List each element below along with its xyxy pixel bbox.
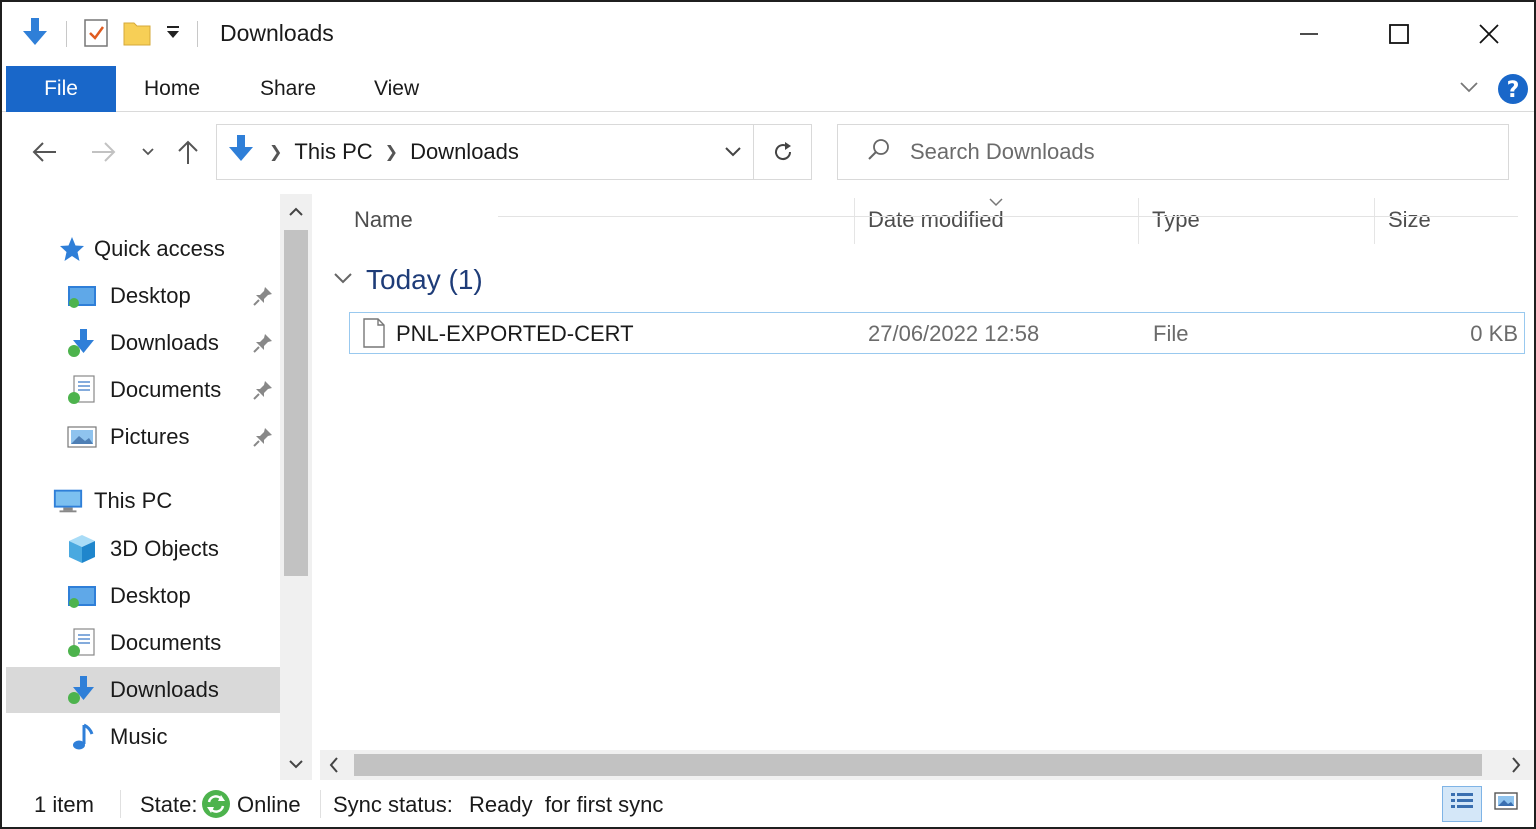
desktop-icon	[66, 580, 98, 612]
scroll-down-icon[interactable]	[280, 748, 312, 780]
desktop-icon	[66, 280, 98, 312]
large-icons-view-button[interactable]	[1486, 786, 1526, 822]
forward-button[interactable]	[86, 134, 122, 170]
downloads-icon	[66, 327, 98, 359]
scroll-up-icon[interactable]	[280, 196, 312, 228]
properties-icon[interactable]	[81, 16, 111, 53]
close-button[interactable]	[1444, 6, 1534, 62]
column-header-date-modified[interactable]: Date modified	[868, 194, 1004, 246]
computer-icon	[52, 485, 84, 517]
breadcrumb-downloads[interactable]: Downloads	[410, 139, 519, 165]
address-bar[interactable]: ❯ This PC ❯ Downloads	[216, 124, 812, 180]
ribbon-tabs: File Home Share View ?	[2, 66, 1534, 112]
tab-home[interactable]: Home	[144, 66, 200, 112]
expand-ribbon-chevron-icon[interactable]	[1458, 78, 1480, 101]
file-list-scroll-thumb[interactable]	[354, 754, 1482, 776]
search-icon	[866, 137, 892, 168]
svg-text:?: ?	[1507, 78, 1520, 103]
3d-objects-icon	[66, 533, 98, 565]
nav-quick-access[interactable]: Quick access	[6, 226, 280, 272]
sync-status-value: Ready for first sync	[469, 792, 664, 817]
pin-icon[interactable]	[252, 285, 274, 313]
title-bar: Downloads	[2, 2, 1534, 66]
refresh-button[interactable]	[753, 125, 811, 179]
help-icon[interactable]: ?	[1496, 72, 1530, 111]
breadcrumb-this-pc[interactable]: This PC	[294, 139, 372, 165]
nav-3d-objects[interactable]: 3D Objects	[6, 526, 280, 572]
nav-quick-pictures[interactable]: Pictures	[6, 414, 280, 460]
details-view-icon	[1449, 790, 1475, 818]
group-header-today[interactable]: Today (1)	[332, 258, 483, 302]
state-value: Online	[237, 792, 301, 817]
file-icon	[360, 317, 388, 354]
file-name: PNL-EXPORTED-CERT	[396, 321, 634, 346]
breadcrumb: ❯ This PC ❯ Downloads	[217, 133, 713, 171]
sync-online-icon	[200, 788, 232, 826]
new-folder-icon[interactable]	[121, 16, 153, 53]
back-button[interactable]	[26, 134, 62, 170]
pictures-icon	[66, 421, 98, 453]
column-header-name[interactable]: Name	[354, 194, 413, 246]
navigation-bar: ❯ This PC ❯ Downloads Search Downloads	[2, 112, 1534, 194]
status-bar: 1 item State: Online Sync status: Ready …	[2, 780, 1534, 827]
pin-icon[interactable]	[252, 426, 274, 454]
nav-pc-desktop[interactable]: Desktop	[6, 573, 280, 619]
nav-pc-documents[interactable]: Documents	[6, 620, 280, 666]
minimize-button[interactable]	[1264, 6, 1354, 62]
file-type: File	[1153, 321, 1189, 346]
nav-this-pc[interactable]: This PC	[6, 478, 280, 524]
navigation-pane: Quick access Desktop Downloads Documents	[2, 194, 314, 780]
breadcrumb-separator-icon: ❯	[384, 144, 399, 161]
up-button[interactable]	[172, 134, 204, 170]
explorer-window: Downloads File Home Share View ? ❯ This …	[0, 0, 1536, 829]
maximize-button[interactable]	[1354, 6, 1444, 62]
tab-file[interactable]: File	[6, 66, 116, 112]
star-icon	[56, 233, 88, 265]
search-input[interactable]: Search Downloads	[910, 139, 1095, 165]
nav-pc-music[interactable]: Music	[6, 714, 280, 760]
nav-quick-documents[interactable]: Documents	[6, 367, 280, 413]
pin-icon[interactable]	[252, 332, 274, 360]
pin-icon[interactable]	[252, 379, 274, 407]
details-view-button[interactable]	[1442, 786, 1482, 822]
window-title: Downloads	[220, 20, 334, 46]
file-date: 27/06/2022 12:58	[868, 321, 1040, 346]
nav-quick-downloads[interactable]: Downloads	[6, 320, 280, 366]
documents-icon	[66, 627, 98, 659]
table-row[interactable]: PNL-EXPORTED-CERT 27/06/2022 12:58 File …	[349, 312, 1525, 354]
sync-status-label: Sync status:	[333, 792, 453, 817]
column-header-type[interactable]: Type	[1152, 194, 1200, 246]
state-label: State:	[140, 792, 198, 817]
file-list: Name Date modified Type Size Today (1) P…	[320, 194, 1534, 780]
address-history-chevron-icon[interactable]	[713, 125, 753, 179]
downloads-folder-icon	[18, 15, 52, 54]
music-icon	[66, 721, 98, 753]
customize-toolbar-chevron-icon[interactable]	[163, 22, 183, 47]
tab-share[interactable]: Share	[260, 66, 316, 112]
documents-icon	[66, 374, 98, 406]
file-size: 0 KB	[1470, 321, 1518, 346]
item-count: 1 item	[34, 792, 94, 817]
large-icons-view-icon	[1493, 790, 1519, 818]
downloads-folder-icon	[225, 133, 257, 171]
downloads-icon	[66, 674, 98, 706]
nav-pc-downloads[interactable]: Downloads	[6, 667, 280, 713]
scroll-right-icon[interactable]	[1510, 756, 1522, 779]
collapse-group-chevron-icon[interactable]	[332, 270, 354, 291]
recent-locations-chevron-icon[interactable]	[138, 134, 158, 170]
nav-quick-desktop[interactable]: Desktop	[6, 273, 280, 319]
file-list-horizontal-scrollbar[interactable]	[320, 750, 1534, 780]
column-header-size[interactable]: Size	[1388, 194, 1431, 246]
tab-view[interactable]: View	[374, 66, 419, 112]
quick-access-toolbar	[18, 14, 202, 54]
search-box[interactable]: Search Downloads	[837, 124, 1509, 180]
breadcrumb-separator-icon: ❯	[269, 144, 283, 161]
group-title: Today (1)	[366, 264, 483, 295]
nav-pane-scroll-thumb[interactable]	[284, 230, 308, 576]
scroll-left-icon[interactable]	[328, 756, 340, 779]
nav-pane-scrollbar[interactable]	[280, 194, 312, 780]
